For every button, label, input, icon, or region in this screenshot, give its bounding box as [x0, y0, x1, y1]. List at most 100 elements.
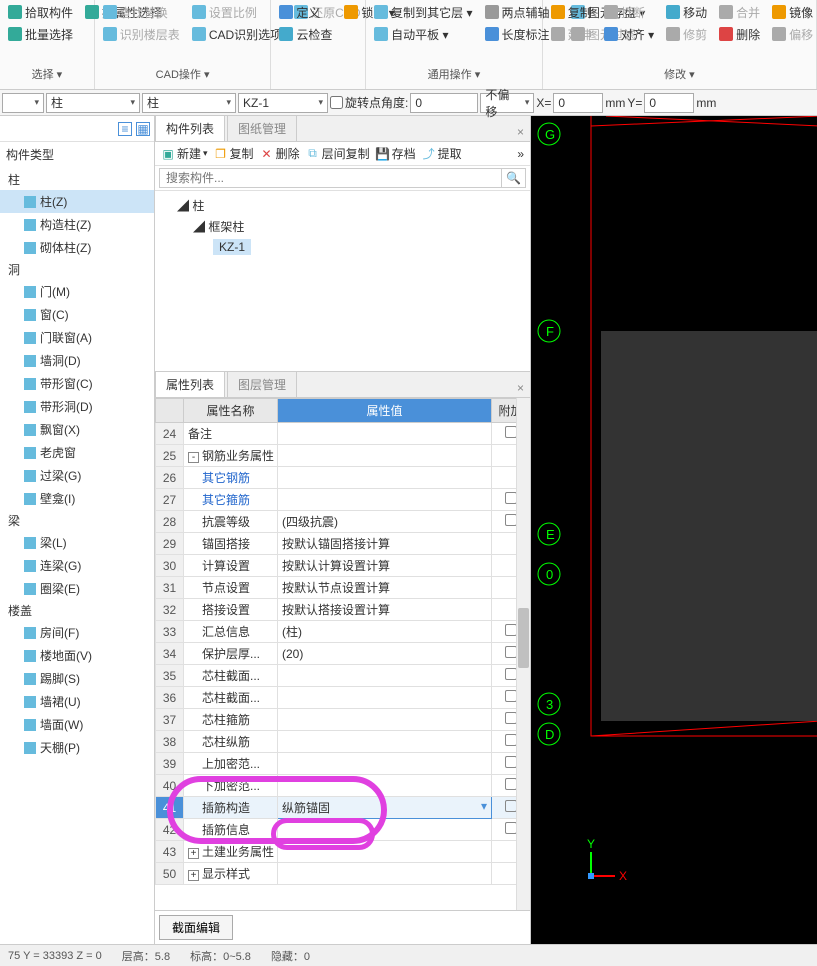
- tree-item[interactable]: 梁(L): [0, 531, 154, 554]
- property-row[interactable]: 27其它箍筋: [156, 489, 530, 511]
- property-row[interactable]: 25-钢筋业务属性: [156, 445, 530, 467]
- ribbon-item[interactable]: 对齐 ▾: [602, 24, 656, 44]
- extra-checkbox[interactable]: [505, 734, 517, 746]
- tree-item[interactable]: 门(M): [0, 280, 154, 303]
- property-row[interactable]: 31节点设置按默认节点设置计算: [156, 577, 530, 599]
- property-row[interactable]: 42插筋信息: [156, 819, 530, 841]
- tree-item[interactable]: 带形窗(C): [0, 372, 154, 395]
- tree-item[interactable]: 门联窗(A): [0, 326, 154, 349]
- combo-type[interactable]: 柱: [142, 93, 236, 113]
- tree-item[interactable]: 柱(Z): [0, 190, 154, 213]
- ribbon-item[interactable]: 复制: [549, 2, 594, 22]
- property-row[interactable]: 24备注: [156, 423, 530, 445]
- close-icon[interactable]: ×: [511, 379, 530, 397]
- property-row[interactable]: 26其它钢筋: [156, 467, 530, 489]
- tree-group[interactable]: 柱: [0, 169, 154, 190]
- rotation-checkbox[interactable]: [330, 96, 343, 109]
- rotation-value[interactable]: 0: [410, 93, 478, 113]
- extra-checkbox[interactable]: [505, 756, 517, 768]
- copy-button[interactable]: ❐复制: [214, 145, 254, 162]
- tree-group[interactable]: 洞: [0, 259, 154, 280]
- property-row[interactable]: 32搭接设置按默认搭接设置计算: [156, 599, 530, 621]
- close-icon[interactable]: ×: [511, 123, 530, 141]
- combo-layer[interactable]: [2, 93, 44, 113]
- extra-checkbox[interactable]: [505, 646, 517, 658]
- property-row[interactable]: 35芯柱截面...: [156, 665, 530, 687]
- tree-item[interactable]: 圈梁(E): [0, 577, 154, 600]
- extra-checkbox[interactable]: [505, 492, 517, 504]
- y-value[interactable]: 0: [644, 93, 694, 113]
- section-edit-button[interactable]: 截面编辑: [159, 915, 233, 940]
- ribbon-item[interactable]: 删除: [717, 24, 762, 44]
- tree-item[interactable]: 墙洞(D): [0, 349, 154, 372]
- property-row[interactable]: 28抗震等级(四级抗震): [156, 511, 530, 533]
- tree-item[interactable]: 墙面(W): [0, 713, 154, 736]
- extra-checkbox[interactable]: [505, 712, 517, 724]
- property-row[interactable]: 29锚固搭接按默认锚固搭接计算: [156, 533, 530, 555]
- tab-drawing-mgmt[interactable]: 图纸管理: [227, 115, 297, 141]
- tree-item[interactable]: 飘窗(X): [0, 418, 154, 441]
- tree-item[interactable]: 老虎窗: [0, 441, 154, 464]
- property-row[interactable]: 50+显示样式: [156, 863, 530, 885]
- ribbon-item[interactable]: 拾取构件: [6, 2, 75, 22]
- ribbon-item[interactable]: 自动平板 ▾: [372, 24, 450, 44]
- extract-button[interactable]: ⤴提取: [422, 145, 462, 162]
- ribbon-item[interactable]: 批量选择: [6, 24, 75, 44]
- property-row[interactable]: 34保护层厚...(20): [156, 643, 530, 665]
- property-row[interactable]: 39上加密范...: [156, 753, 530, 775]
- more-icon[interactable]: »: [517, 147, 524, 161]
- tree-item[interactable]: 楼地面(V): [0, 644, 154, 667]
- search-input[interactable]: [159, 168, 502, 188]
- search-icon[interactable]: 🔍: [502, 168, 526, 188]
- ribbon-item[interactable]: 定义: [277, 2, 322, 22]
- extra-checkbox[interactable]: [505, 514, 517, 526]
- grid-view-icon[interactable]: ▦: [136, 122, 150, 136]
- tree-group[interactable]: 梁: [0, 510, 154, 531]
- extra-checkbox[interactable]: [505, 668, 517, 680]
- property-row[interactable]: 37芯柱箍筋: [156, 709, 530, 731]
- extra-checkbox[interactable]: [505, 426, 517, 438]
- tab-component-list[interactable]: 构件列表: [155, 115, 225, 141]
- property-row[interactable]: 33汇总信息(柱): [156, 621, 530, 643]
- tree-item[interactable]: 壁龛(I): [0, 487, 154, 510]
- property-row[interactable]: 30计算设置按默认计算设置计算: [156, 555, 530, 577]
- ribbon-item[interactable]: CAD识别选项: [190, 24, 284, 44]
- tree-item[interactable]: 构造柱(Z): [0, 213, 154, 236]
- property-row[interactable]: 40下加密范...: [156, 775, 530, 797]
- tree-item[interactable]: 带形洞(D): [0, 395, 154, 418]
- tree-group[interactable]: 楼盖: [0, 600, 154, 621]
- ribbon-item[interactable]: 复制到其它层 ▾: [372, 2, 474, 22]
- extra-checkbox[interactable]: [505, 778, 517, 790]
- ribbon-item[interactable]: 移动: [664, 2, 709, 22]
- tab-property-list[interactable]: 属性列表: [155, 371, 225, 397]
- save-button[interactable]: 💾存档: [376, 145, 416, 162]
- combo-component[interactable]: KZ-1: [238, 93, 328, 113]
- ribbon-item[interactable]: 云检查: [277, 24, 334, 44]
- list-view-icon[interactable]: ≡: [118, 122, 132, 136]
- new-button[interactable]: ▣新建▾: [161, 145, 208, 162]
- combo-category[interactable]: 柱: [46, 93, 140, 113]
- layer-copy-button[interactable]: ⧉层间复制: [306, 145, 370, 162]
- extra-checkbox[interactable]: [505, 624, 517, 636]
- extra-checkbox[interactable]: [505, 800, 517, 812]
- property-row[interactable]: 43+土建业务属性: [156, 841, 530, 863]
- tree-item[interactable]: 天棚(P): [0, 736, 154, 759]
- tree-node[interactable]: ◢ 柱: [165, 195, 520, 216]
- tree-item[interactable]: 过梁(G): [0, 464, 154, 487]
- ribbon-item[interactable]: 镜像: [770, 2, 815, 22]
- tab-layer-mgmt[interactable]: 图层管理: [227, 371, 297, 397]
- property-row[interactable]: 41插筋构造纵筋锚固▾: [156, 797, 530, 819]
- tree-item[interactable]: 连梁(G): [0, 554, 154, 577]
- tree-item[interactable]: 窗(C): [0, 303, 154, 326]
- property-row[interactable]: 36芯柱截面...: [156, 687, 530, 709]
- tree-item[interactable]: 砌体柱(Z): [0, 236, 154, 259]
- tree-item[interactable]: 踢脚(S): [0, 667, 154, 690]
- scrollbar[interactable]: [516, 398, 530, 910]
- tree-item[interactable]: 墙裙(U): [0, 690, 154, 713]
- tree-leaf[interactable]: KZ-1: [165, 237, 520, 257]
- x-value[interactable]: 0: [553, 93, 603, 113]
- property-row[interactable]: 38芯柱纵筋: [156, 731, 530, 753]
- delete-button[interactable]: ✕删除: [260, 145, 300, 162]
- tree-item[interactable]: 房间(F): [0, 621, 154, 644]
- drawing-canvas[interactable]: G F E 0 3 D X Y: [531, 116, 817, 944]
